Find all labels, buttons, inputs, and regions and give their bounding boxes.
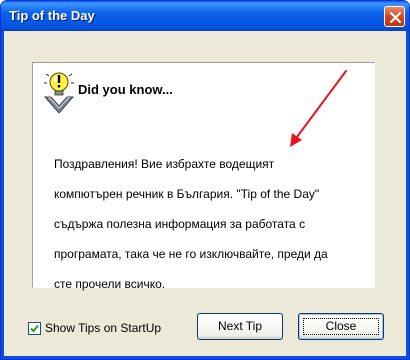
close-button[interactable]: Close — [298, 313, 384, 340]
show-tips-label[interactable]: Show Tips on StartUp — [45, 321, 161, 335]
window-frame-bottom — [1, 356, 409, 359]
show-tips-checkbox[interactable] — [28, 322, 41, 335]
next-tip-label: Next Tip — [217, 319, 262, 333]
lightbulb-icon — [43, 72, 75, 114]
tip-line: програмата, така че не го изключвайте, п… — [54, 247, 328, 261]
tip-line: компютърен речник в България. "Tip of th… — [54, 187, 320, 201]
tip-panel: Did you know... Поздравления! Вие избрах… — [32, 62, 375, 291]
window-frame-left — [1, 31, 4, 359]
window-title: Tip of the Day — [9, 8, 95, 23]
close-x-icon — [390, 12, 401, 23]
tip-line: Поздравления! Вие избрахте водещият — [54, 157, 275, 171]
title-bar[interactable]: Tip of the Day — [1, 1, 409, 31]
did-you-know-heading: Did you know... — [78, 82, 173, 97]
checkmark-icon — [30, 324, 39, 333]
tip-line: сте прочели всичко. — [54, 277, 166, 291]
window-frame-right — [406, 31, 409, 359]
tip-line: съдържа полезна информация за работата с — [54, 217, 306, 231]
next-tip-button[interactable]: Next Tip — [197, 313, 283, 340]
close-window-button[interactable] — [384, 6, 405, 27]
tip-dialog-window: Tip of the Day Did you know... Поздравле… — [0, 0, 410, 360]
tip-text: Поздравления! Вие избрахте водещият комп… — [54, 142, 372, 307]
close-label: Close — [325, 319, 357, 333]
